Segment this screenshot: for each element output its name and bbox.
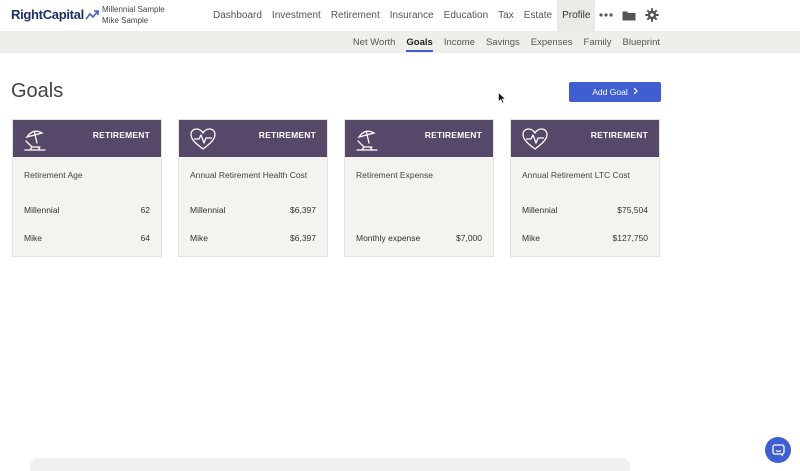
main-nav: Dashboard Investment Retirement Insuranc…: [208, 0, 596, 31]
nav-tax[interactable]: Tax: [493, 0, 519, 31]
sub-nav-bar: Net Worth Goals Income Savings Expenses …: [0, 31, 800, 53]
card-header: RETIREMENT: [345, 120, 493, 157]
beach-chair-icon: [355, 126, 381, 157]
bottom-panel-edge: [30, 458, 630, 471]
card-row: Mike $6,397: [190, 233, 316, 243]
row-label: Mike: [24, 233, 42, 243]
page-title: Goals: [11, 80, 64, 102]
brand-logo[interactable]: RightCapital: [11, 7, 99, 22]
row-value: 64: [140, 233, 150, 243]
chat-icon: [771, 443, 785, 456]
card-category: RETIREMENT: [590, 130, 648, 140]
client-name-2: Mike Sample: [102, 16, 149, 25]
row-value: $6,397: [290, 205, 316, 215]
client-name-1: Millennial Sample: [102, 5, 165, 14]
gear-icon[interactable]: [642, 6, 662, 24]
card-row: Mike 64: [24, 233, 150, 243]
nav-dashboard[interactable]: Dashboard: [208, 0, 267, 31]
card-title: Retirement Age: [24, 170, 83, 180]
goal-card-health-cost[interactable]: RETIREMENT Annual Retirement Health Cost…: [178, 119, 328, 257]
row-value: $7,000: [456, 233, 482, 243]
card-header: RETIREMENT: [179, 120, 327, 157]
card-row: Millennial $75,504: [522, 205, 648, 215]
row-label: Mike: [522, 233, 540, 243]
more-icon[interactable]: [596, 6, 616, 24]
card-row: Mike $127,750: [522, 233, 648, 243]
card-row: Monthly expense $7,000: [356, 233, 482, 243]
chat-launcher-button[interactable]: [765, 437, 791, 463]
beach-chair-icon: [23, 126, 49, 157]
row-label: Millennial: [522, 205, 558, 215]
card-category: RETIREMENT: [92, 130, 150, 140]
card-row: Millennial 62: [24, 205, 150, 215]
row-label: Monthly expense: [356, 233, 421, 243]
goal-card-ltc-cost[interactable]: RETIREMENT Annual Retirement LTC Cost Mi…: [510, 119, 660, 257]
folder-icon[interactable]: [619, 6, 639, 24]
brand-name: RightCapital: [11, 7, 84, 22]
trend-arrow-icon: [85, 9, 99, 19]
top-bar: RightCapital Millennial Sample Mike Samp…: [0, 0, 800, 31]
subnav-net-worth[interactable]: Net Worth: [353, 31, 396, 53]
nav-insurance[interactable]: Insurance: [385, 0, 439, 31]
row-value: $75,504: [617, 205, 648, 215]
subnav-expenses[interactable]: Expenses: [531, 31, 573, 53]
card-row: Millennial $6,397: [190, 205, 316, 215]
row-label: Mike: [190, 233, 208, 243]
nav-investment[interactable]: Investment: [267, 0, 326, 31]
row-label: Millennial: [24, 205, 60, 215]
card-title: Annual Retirement LTC Cost: [522, 170, 631, 180]
subnav-income[interactable]: Income: [444, 31, 475, 53]
subnav-family[interactable]: Family: [584, 31, 612, 53]
nav-education[interactable]: Education: [439, 0, 493, 31]
chevron-right-icon: [633, 87, 638, 97]
add-goal-label: Add Goal: [592, 87, 628, 97]
card-title: Annual Retirement Health Cost: [190, 170, 308, 180]
heart-pulse-icon: [189, 126, 217, 157]
card-category: RETIREMENT: [424, 130, 482, 140]
row-value: $6,397: [290, 233, 316, 243]
subnav-goals[interactable]: Goals: [406, 31, 434, 53]
add-goal-button[interactable]: Add Goal: [569, 82, 661, 102]
card-category: RETIREMENT: [258, 130, 316, 140]
subnav-blueprint[interactable]: Blueprint: [623, 31, 661, 53]
goal-card-retirement-age[interactable]: RETIREMENT Retirement Age Millennial 62 …: [12, 119, 162, 257]
mouse-cursor-icon: [498, 91, 507, 109]
subnav-savings[interactable]: Savings: [486, 31, 520, 53]
client-names[interactable]: Millennial Sample Mike Sample: [102, 4, 165, 26]
card-header: RETIREMENT: [511, 120, 659, 157]
toolbar-icons: [596, 6, 665, 24]
row-value: $127,750: [612, 233, 648, 243]
nav-estate[interactable]: Estate: [519, 0, 557, 31]
row-value: 62: [140, 205, 150, 215]
nav-profile[interactable]: Profile: [557, 0, 596, 31]
heart-pulse-icon: [521, 126, 549, 157]
goal-card-retirement-expense[interactable]: RETIREMENT Retirement Expense Monthly ex…: [344, 119, 494, 257]
card-title: Retirement Expense: [356, 170, 434, 180]
nav-retirement[interactable]: Retirement: [326, 0, 385, 31]
row-label: Millennial: [190, 205, 226, 215]
card-header: RETIREMENT: [13, 120, 161, 157]
sub-nav: Net Worth Goals Income Savings Expenses …: [342, 31, 660, 53]
